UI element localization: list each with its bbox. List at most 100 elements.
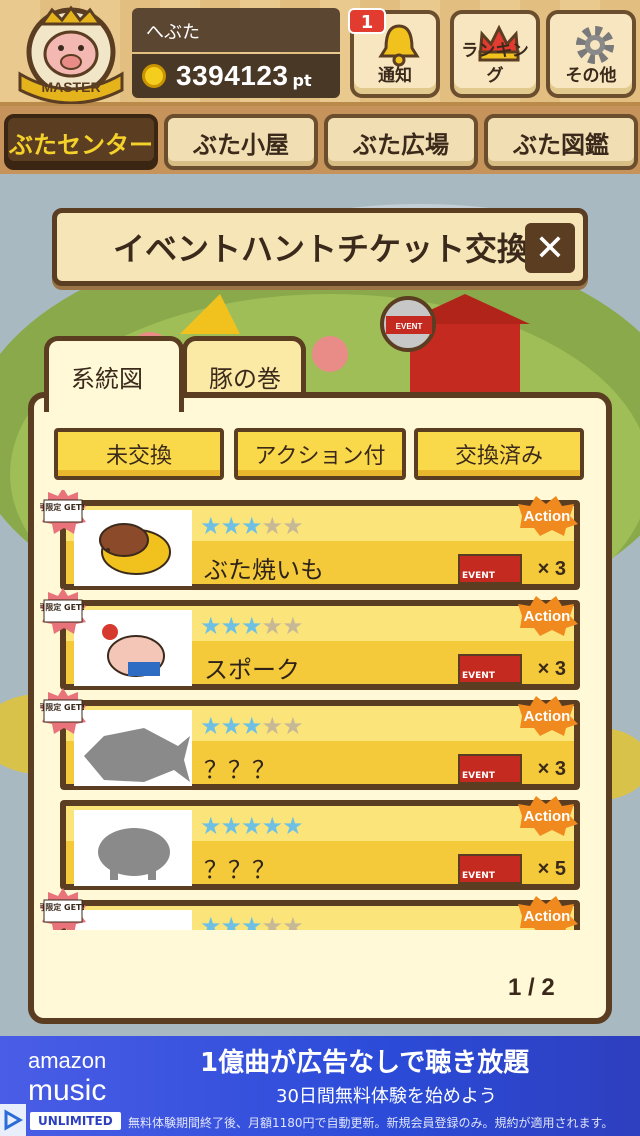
main-nav: ぶたセンター ぶた小屋 ぶた広場 ぶた図鑑 (0, 106, 640, 174)
rarity-star-icon: ★ (220, 512, 242, 540)
exchange-item-row[interactable]: ★★★★★スポークEVENT× 3Action月限定 GET!! (40, 588, 580, 690)
dialog-title: イベントハントチケット交換所 (113, 230, 562, 268)
tab-pig-scroll-label: 豚の巻 (209, 365, 281, 393)
rarity-star-icon: ★ (241, 512, 262, 540)
rarity-star-icon: ★ (200, 812, 221, 840)
rarity-star-icon: ★ (282, 912, 303, 930)
ad-footnote: 無料体験期間終了後、月額1180円で自動更新。新規会員登録のみ。規約が適用されま… (128, 1116, 614, 1130)
tab-buta-barn[interactable]: ぶた小屋 (164, 114, 318, 170)
filter-not-exchanged[interactable]: 未交換 (54, 428, 224, 480)
points-value: 3394123 (176, 60, 289, 91)
action-label: Action (524, 608, 571, 625)
action-label: Action (524, 908, 571, 925)
rarity-stars: ★★★★★ (200, 812, 304, 840)
tab-family-tree-label: 系統図 (71, 365, 143, 393)
limited-badge-text: 月限定 GET!! (40, 602, 86, 612)
ranking-button[interactable]: ランキング (450, 10, 540, 98)
item-list[interactable]: ★★★★★ぶた焼いもEVENT× 3Action月限定 GET!!★★★★★スポ… (40, 490, 600, 930)
item-card: ★★★★★ ぶた焼いも EVENT × 3 (66, 506, 574, 586)
ad-brand-main: music (28, 1074, 107, 1107)
event-tag: EVENT (458, 754, 522, 784)
rarity-star-icon: ★ (241, 912, 262, 930)
item-count: × 3 (537, 558, 566, 580)
event-tag: EVENT (458, 654, 522, 684)
ad-subline: 30日間無料体験を始めよう (276, 1086, 497, 1107)
rarity-star-icon: ★ (282, 712, 303, 740)
exchange-item-row[interactable]: ★★★★★ぶた焼いもEVENT× 3Action月限定 GET!! (40, 490, 580, 590)
rarity-star-icon: ★ (241, 612, 262, 640)
limited-badge-text: 月限定 GET!! (40, 502, 86, 512)
rarity-star-icon: ★ (261, 612, 283, 640)
action-badge: Action (518, 796, 578, 836)
rarity-star-icon: ★ (220, 612, 242, 640)
item-card: ★★★★★ スポーク EVENT × 3 (66, 606, 574, 686)
tab-buta-plaza[interactable]: ぶた広場 (324, 114, 478, 170)
tab-buta-center[interactable]: ぶたセンター (4, 114, 158, 170)
ad-choices-icon[interactable] (0, 1104, 26, 1136)
tab-buta-encyclopedia[interactable]: ぶた図鑑 (484, 114, 638, 170)
close-button[interactable]: ✕ (525, 223, 575, 273)
filter-exchanged[interactable]: 交換済み (414, 428, 584, 480)
ad-brand-top: amazon (28, 1048, 107, 1073)
rarity-star-icon: ★ (282, 812, 303, 840)
top-bar: MASTER へぶた 3394123 pt 1 通知 ランキング その他 (0, 0, 640, 106)
username-field: へぶた (132, 8, 340, 52)
page-indicator: 1 / 2 (508, 974, 555, 1001)
notification-button[interactable]: 1 通知 (348, 8, 440, 98)
filter-with-action[interactable]: アクション付 (234, 428, 406, 480)
rarity-star-icon: ★ (261, 712, 283, 740)
item-name: ？？？ (204, 856, 276, 884)
action-badge: Action (518, 496, 578, 536)
avatar-label: MASTER (41, 79, 100, 95)
shop-sign-text: EVENT (396, 322, 423, 331)
rarity-star-icon: ★ (220, 812, 242, 840)
tab-family-tree[interactable]: 系統図 (44, 336, 184, 412)
other-button[interactable]: その他 (546, 10, 636, 98)
rarity-star-icon: ★ (261, 912, 283, 930)
action-label: Action (524, 808, 571, 825)
event-tag: EVENT (458, 554, 522, 584)
points-unit: pt (292, 70, 312, 90)
rarity-star-icon: ★ (200, 512, 221, 540)
username: へぶた (146, 22, 200, 43)
rarity-star-icon: ★ (261, 812, 283, 840)
ad-banner[interactable]: amazon music UNLIMITED 1億曲が広告なしで聴き放題 30日… (0, 1036, 640, 1136)
limited-get-badge: 月限定 GET!! (40, 688, 86, 734)
exchange-item-row[interactable]: ★★★★★EVENTAction 月限定 GET!! (40, 888, 580, 930)
item-name: ？？？ (204, 756, 276, 784)
item-card: ★★★★★EVENT (66, 906, 574, 930)
action-label: Action (524, 508, 571, 525)
exchange-item-row[interactable]: ★★★★★ ？？？ EVENT × 3 Action 月限定 GET!! (40, 688, 580, 790)
item-count: × 3 (537, 658, 566, 680)
rarity-star-icon: ★ (200, 912, 221, 930)
item-thumbnail (74, 610, 192, 686)
item-count: × 3 (537, 758, 566, 780)
rarity-star-icon: ★ (241, 812, 262, 840)
item-thumbnail (74, 510, 192, 586)
close-icon: ✕ (534, 227, 566, 269)
rarity-star-icon: ★ (261, 512, 283, 540)
event-tag: EVENT (458, 854, 522, 884)
action-badge: Action (518, 696, 578, 736)
dialog-title-banner: イベントハントチケット交換所 ✕ (52, 208, 588, 286)
limited-get-badge: 月限定 GET!! (40, 490, 86, 534)
action-badge: Action (518, 896, 578, 930)
item-thumbnail (74, 810, 192, 886)
points-display: 3394123 pt (132, 54, 340, 98)
ad-brand-tag: UNLIMITED (30, 1112, 121, 1130)
limited-get-badge: 月限定 GET!! (40, 588, 86, 634)
ad-headline: 1億曲が広告なしで聴き放題 (200, 1048, 530, 1078)
rarity-stars: ★★★★★ (200, 512, 304, 540)
exchange-item-row[interactable]: ★★★★★？？？ EVENT × 5 Action (60, 796, 580, 890)
rarity-stars: ★★★★★ (200, 612, 304, 640)
action-badge: Action (518, 596, 578, 636)
rarity-star-icon: ★ (241, 712, 262, 740)
rarity-star-icon: ★ (200, 612, 221, 640)
rarity-stars: ★★★★★ (200, 712, 304, 740)
rarity-star-icon: ★ (282, 512, 303, 540)
item-count: × 5 (537, 858, 566, 880)
notification-label: 通知 (378, 66, 412, 86)
master-pig-avatar[interactable]: MASTER (12, 4, 130, 104)
action-label: Action (524, 708, 571, 725)
other-label: その他 (565, 66, 617, 86)
